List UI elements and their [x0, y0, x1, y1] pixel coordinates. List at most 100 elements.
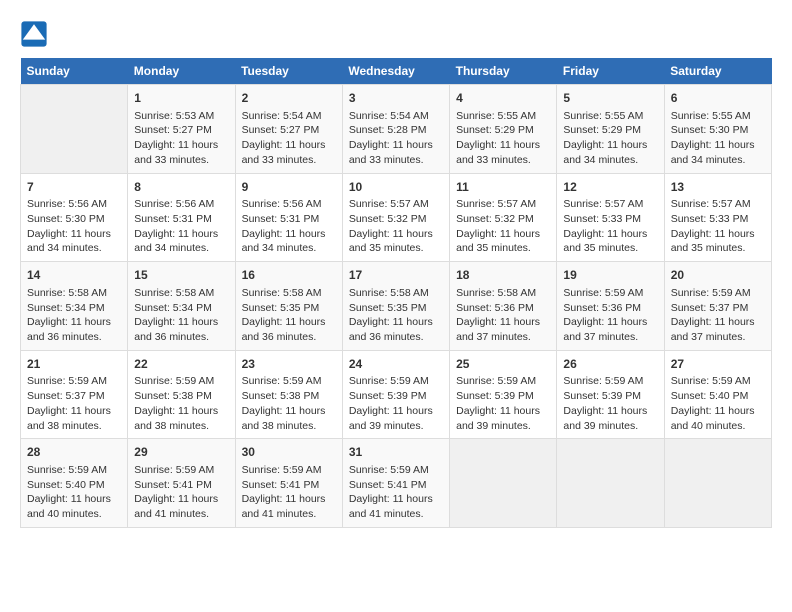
- day-info: and 38 minutes.: [242, 419, 336, 434]
- day-number: 8: [134, 179, 228, 196]
- day-info: Sunrise: 5:57 AM: [563, 197, 657, 212]
- day-info: Sunrise: 5:58 AM: [349, 286, 443, 301]
- day-info: and 33 minutes.: [134, 153, 228, 168]
- calendar-cell: 12Sunrise: 5:57 AMSunset: 5:33 PMDayligh…: [557, 173, 664, 262]
- day-info: Sunset: 5:41 PM: [242, 478, 336, 493]
- day-info: Daylight: 11 hours: [456, 404, 550, 419]
- day-info: Sunrise: 5:56 AM: [134, 197, 228, 212]
- day-info: Daylight: 11 hours: [242, 227, 336, 242]
- day-info: Daylight: 11 hours: [456, 227, 550, 242]
- day-info: Sunset: 5:36 PM: [456, 301, 550, 316]
- day-info: Daylight: 11 hours: [349, 227, 443, 242]
- calendar-cell: 29Sunrise: 5:59 AMSunset: 5:41 PMDayligh…: [128, 439, 235, 528]
- day-info: Sunrise: 5:55 AM: [456, 109, 550, 124]
- day-number: 4: [456, 90, 550, 107]
- day-info: Sunrise: 5:58 AM: [456, 286, 550, 301]
- day-info: and 37 minutes.: [563, 330, 657, 345]
- day-info: and 34 minutes.: [134, 241, 228, 256]
- day-info: Daylight: 11 hours: [456, 315, 550, 330]
- day-info: and 36 minutes.: [134, 330, 228, 345]
- day-info: Sunset: 5:38 PM: [242, 389, 336, 404]
- calendar-cell: 28Sunrise: 5:59 AMSunset: 5:40 PMDayligh…: [21, 439, 128, 528]
- week-row-2: 7Sunrise: 5:56 AMSunset: 5:30 PMDaylight…: [21, 173, 772, 262]
- calendar-cell: 31Sunrise: 5:59 AMSunset: 5:41 PMDayligh…: [342, 439, 449, 528]
- day-number: 19: [563, 267, 657, 284]
- day-number: 2: [242, 90, 336, 107]
- header-cell-thursday: Thursday: [450, 58, 557, 85]
- day-info: Sunrise: 5:58 AM: [242, 286, 336, 301]
- day-number: 27: [671, 356, 765, 373]
- day-info: Daylight: 11 hours: [242, 315, 336, 330]
- day-number: 14: [27, 267, 121, 284]
- calendar-cell: 25Sunrise: 5:59 AMSunset: 5:39 PMDayligh…: [450, 350, 557, 439]
- header-cell-saturday: Saturday: [664, 58, 771, 85]
- day-info: Sunrise: 5:53 AM: [134, 109, 228, 124]
- day-number: 9: [242, 179, 336, 196]
- day-info: Sunrise: 5:58 AM: [27, 286, 121, 301]
- calendar-cell: 1Sunrise: 5:53 AMSunset: 5:27 PMDaylight…: [128, 85, 235, 174]
- day-info: and 41 minutes.: [134, 507, 228, 522]
- day-info: Sunset: 5:32 PM: [456, 212, 550, 227]
- calendar-cell: 27Sunrise: 5:59 AMSunset: 5:40 PMDayligh…: [664, 350, 771, 439]
- calendar-cell: 26Sunrise: 5:59 AMSunset: 5:39 PMDayligh…: [557, 350, 664, 439]
- day-info: and 39 minutes.: [349, 419, 443, 434]
- day-info: Sunset: 5:29 PM: [456, 123, 550, 138]
- day-number: 7: [27, 179, 121, 196]
- day-info: Daylight: 11 hours: [671, 404, 765, 419]
- day-info: Sunrise: 5:59 AM: [134, 463, 228, 478]
- calendar-cell: 8Sunrise: 5:56 AMSunset: 5:31 PMDaylight…: [128, 173, 235, 262]
- week-row-1: 1Sunrise: 5:53 AMSunset: 5:27 PMDaylight…: [21, 85, 772, 174]
- calendar-cell: 14Sunrise: 5:58 AMSunset: 5:34 PMDayligh…: [21, 262, 128, 351]
- day-info: Sunset: 5:32 PM: [349, 212, 443, 227]
- calendar-cell: 21Sunrise: 5:59 AMSunset: 5:37 PMDayligh…: [21, 350, 128, 439]
- day-info: Daylight: 11 hours: [456, 138, 550, 153]
- day-info: Daylight: 11 hours: [671, 227, 765, 242]
- day-info: Sunset: 5:35 PM: [242, 301, 336, 316]
- day-info: Sunset: 5:27 PM: [134, 123, 228, 138]
- day-info: Sunset: 5:27 PM: [242, 123, 336, 138]
- day-number: 11: [456, 179, 550, 196]
- day-info: Daylight: 11 hours: [27, 227, 121, 242]
- logo: [20, 20, 52, 48]
- day-info: and 41 minutes.: [349, 507, 443, 522]
- day-number: 22: [134, 356, 228, 373]
- day-info: Sunset: 5:33 PM: [671, 212, 765, 227]
- calendar-cell: 6Sunrise: 5:55 AMSunset: 5:30 PMDaylight…: [664, 85, 771, 174]
- day-info: Sunset: 5:41 PM: [349, 478, 443, 493]
- day-info: and 33 minutes.: [242, 153, 336, 168]
- day-info: Sunrise: 5:55 AM: [563, 109, 657, 124]
- day-info: Sunset: 5:34 PM: [27, 301, 121, 316]
- day-info: Daylight: 11 hours: [134, 404, 228, 419]
- day-info: Sunset: 5:31 PM: [134, 212, 228, 227]
- day-info: and 40 minutes.: [671, 419, 765, 434]
- day-info: Sunrise: 5:55 AM: [671, 109, 765, 124]
- calendar-cell: 24Sunrise: 5:59 AMSunset: 5:39 PMDayligh…: [342, 350, 449, 439]
- header-cell-wednesday: Wednesday: [342, 58, 449, 85]
- day-info: Daylight: 11 hours: [134, 227, 228, 242]
- day-info: Sunset: 5:36 PM: [563, 301, 657, 316]
- calendar-cell: [557, 439, 664, 528]
- day-info: Daylight: 11 hours: [242, 138, 336, 153]
- day-info: Sunrise: 5:59 AM: [242, 374, 336, 389]
- day-info: Sunset: 5:33 PM: [563, 212, 657, 227]
- day-info: and 38 minutes.: [134, 419, 228, 434]
- day-info: Daylight: 11 hours: [27, 492, 121, 507]
- day-info: Sunrise: 5:57 AM: [456, 197, 550, 212]
- day-info: Daylight: 11 hours: [563, 404, 657, 419]
- day-info: Daylight: 11 hours: [242, 404, 336, 419]
- day-info: Daylight: 11 hours: [563, 138, 657, 153]
- calendar-cell: [664, 439, 771, 528]
- day-info: Sunrise: 5:59 AM: [563, 286, 657, 301]
- day-info: Daylight: 11 hours: [671, 138, 765, 153]
- calendar-cell: 16Sunrise: 5:58 AMSunset: 5:35 PMDayligh…: [235, 262, 342, 351]
- day-number: 25: [456, 356, 550, 373]
- day-info: Sunrise: 5:59 AM: [456, 374, 550, 389]
- day-info: Sunset: 5:28 PM: [349, 123, 443, 138]
- calendar-cell: 9Sunrise: 5:56 AMSunset: 5:31 PMDaylight…: [235, 173, 342, 262]
- day-info: and 33 minutes.: [349, 153, 443, 168]
- day-info: Sunrise: 5:59 AM: [671, 286, 765, 301]
- day-number: 1: [134, 90, 228, 107]
- calendar-cell: 13Sunrise: 5:57 AMSunset: 5:33 PMDayligh…: [664, 173, 771, 262]
- day-info: and 35 minutes.: [563, 241, 657, 256]
- calendar-cell: [450, 439, 557, 528]
